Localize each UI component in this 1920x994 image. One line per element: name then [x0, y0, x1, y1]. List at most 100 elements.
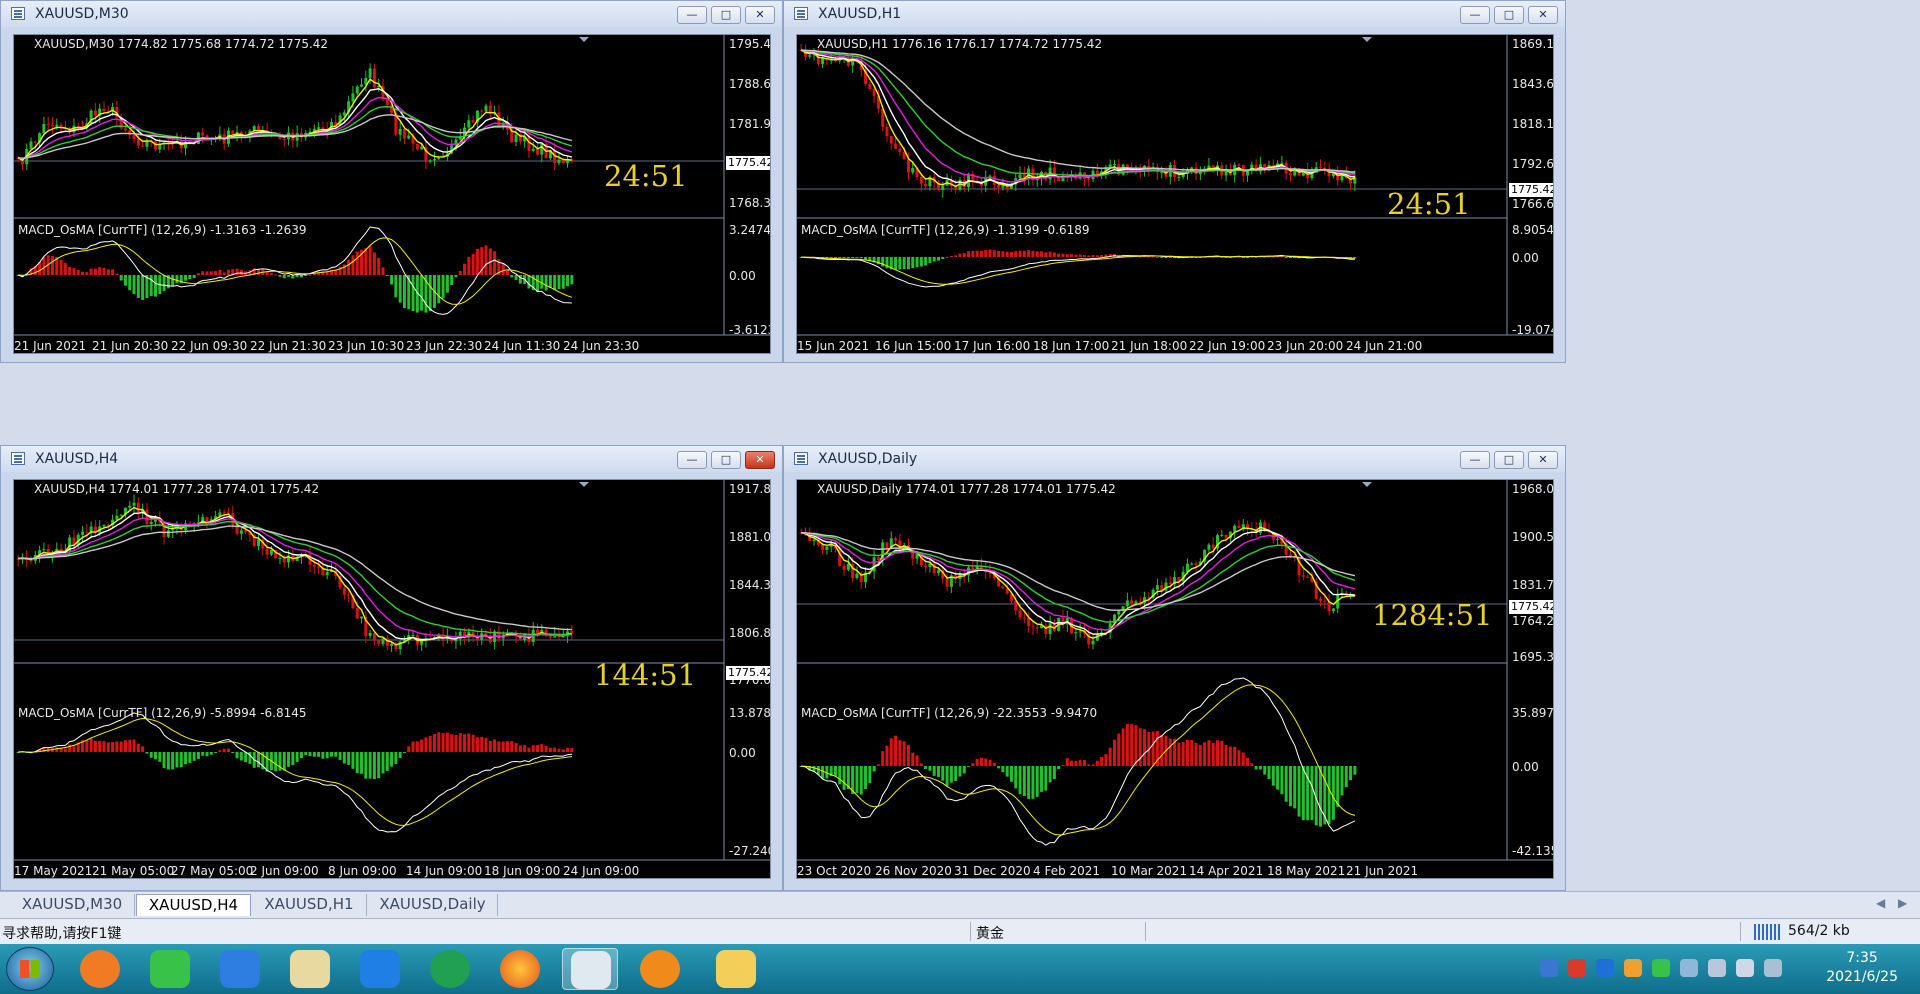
minimize-button[interactable]: —	[677, 451, 707, 469]
taskbar-app[interactable]	[212, 948, 268, 990]
minimize-button[interactable]: —	[677, 6, 707, 24]
chart-canvas	[797, 480, 1553, 861]
wechat-icon	[150, 950, 190, 988]
close-button[interactable]: ✕	[1528, 451, 1558, 469]
maximize-button[interactable]: □	[1494, 451, 1524, 469]
x-axis-label: 21 Jun 2021	[14, 339, 87, 353]
taskbar-app[interactable]	[352, 948, 408, 990]
price-info-label: XAUUSD,Daily 1774.01 1777.28 1774.01 177…	[817, 482, 1116, 496]
macd-label: MACD_OsMA [CurrTF] (12,26,9) -5.8994 -6.…	[18, 706, 307, 720]
x-axis-label: 17 Jun 16:00	[954, 339, 1031, 353]
x-axis-label: 18 Jun 17:00	[1033, 339, 1110, 353]
tab-xauusd-h4[interactable]: XAUUSD,H4	[136, 894, 251, 916]
taskbar: 7:35 2021/6/25	[0, 944, 1920, 994]
connection-bars-icon	[1754, 924, 1782, 940]
minimize-button[interactable]: —	[1460, 451, 1490, 469]
chart-window-m30[interactable]: XAUUSD,M30 — □ ✕ XAUUSD,M30 1774.82 1775…	[0, 0, 783, 363]
price-info-label: XAUUSD,H4 1774.01 1777.28 1774.01 1775.4…	[34, 482, 320, 496]
close-button[interactable]: ✕	[745, 6, 775, 24]
tray-wechat-icon[interactable]	[1652, 959, 1670, 977]
macd-y-label: 8.9054	[1512, 223, 1554, 237]
title-bar[interactable]: XAUUSD,Daily — □ ✕	[784, 446, 1565, 472]
app-orange-icon	[80, 950, 120, 988]
tray-volume-icon[interactable]	[1736, 959, 1754, 977]
chart-window-icon	[11, 7, 25, 20]
x-axis-label: 14 Apr 2021	[1189, 864, 1264, 878]
y-axis-label: 1795.40	[729, 37, 771, 51]
macd-y-label: -19.0746	[1512, 323, 1553, 337]
x-axis-label: 23 Jun 22:30	[406, 339, 483, 353]
help-hint: 寻求帮助,请按F1键	[2, 926, 122, 942]
macd-y-label: -42.1359	[1512, 844, 1553, 858]
x-axis-label: 22 Jun 21:30	[250, 339, 327, 353]
taskbar-app-active[interactable]	[562, 948, 618, 990]
price-chart[interactable]: XAUUSD,H4 1774.01 1777.28 1774.01 1775.4…	[13, 479, 771, 879]
price-chart[interactable]: XAUUSD,Daily 1774.01 1777.28 1774.01 177…	[796, 479, 1554, 879]
x-axis-label: 23 Oct 2020	[797, 864, 872, 878]
tray-flag-icon[interactable]	[1708, 959, 1726, 977]
tab-scroll-right-icon[interactable]: ▶	[1898, 896, 1907, 910]
chart-canvas	[14, 35, 770, 336]
price-chart[interactable]: XAUUSD,M30 1774.82 1775.68 1774.72 1775.…	[13, 34, 771, 354]
clock-date: 2021/6/25	[1826, 969, 1898, 985]
chart-window-icon	[11, 452, 25, 465]
chart-window-icon	[794, 7, 808, 20]
x-axis-label: 22 Jun 09:30	[171, 339, 248, 353]
minimize-button[interactable]: —	[1460, 6, 1490, 24]
taskbar-app[interactable]	[492, 948, 548, 990]
x-axis-label: 23 Jun 20:00	[1267, 339, 1344, 353]
chart-window-h4[interactable]: XAUUSD,H4 — □ ✕ XAUUSD,H4 1774.01 1777.2…	[0, 445, 783, 891]
cloud-app-icon	[360, 950, 400, 988]
candle-timer: 24:51	[1387, 187, 1471, 221]
y-axis-label: 1968.05	[1512, 482, 1554, 496]
taskbar-app[interactable]	[142, 948, 198, 990]
status-separator	[1740, 922, 1741, 941]
maximize-button[interactable]: □	[711, 451, 741, 469]
candle-timer: 144:51	[594, 658, 697, 692]
maximize-button[interactable]: □	[1494, 6, 1524, 24]
start-button[interactable]	[6, 947, 54, 991]
notes-icon	[220, 950, 260, 988]
tab-scroll-left-icon[interactable]: ◀	[1876, 896, 1885, 910]
trading-terminal-icon	[571, 951, 611, 989]
system-clock[interactable]: 7:35 2021/6/25	[1826, 949, 1898, 987]
title-bar[interactable]: XAUUSD,M30 — □ ✕	[1, 1, 782, 27]
x-axis-label: 21 May 05:00	[92, 864, 175, 878]
chart-window-h1[interactable]: XAUUSD,H1 — □ ✕ XAUUSD,H1 1776.16 1776.1…	[783, 0, 1566, 363]
taskbar-app[interactable]	[632, 948, 688, 990]
tray-signal-icon[interactable]	[1764, 959, 1782, 977]
tray-shield-icon[interactable]	[1540, 959, 1558, 977]
macd-y-label: 0.00	[729, 269, 756, 283]
title-bar[interactable]: XAUUSD,H4 — □ ✕	[1, 446, 782, 472]
x-axis-label: 15 Jun 2021	[797, 339, 870, 353]
x-axis-label: 23 Jun 10:30	[328, 339, 405, 353]
chart-window-icon	[794, 452, 808, 465]
green-app-icon	[430, 950, 470, 988]
status-separator	[970, 922, 971, 941]
price-chart[interactable]: XAUUSD,H1 1776.16 1776.17 1774.72 1775.4…	[796, 34, 1554, 354]
close-button[interactable]: ✕	[1528, 6, 1558, 24]
tray-security-icon[interactable]	[1596, 959, 1614, 977]
taskbar-app[interactable]	[72, 948, 128, 990]
x-axis-label: 14 Jun 09:00	[406, 864, 483, 878]
taskbar-app[interactable]	[708, 948, 764, 990]
macd-y-label: 13.8783	[729, 706, 771, 720]
taskbar-app[interactable]	[422, 948, 478, 990]
tray-wps-icon[interactable]	[1568, 959, 1586, 977]
tray-app-icon[interactable]	[1624, 959, 1642, 977]
title-bar[interactable]: XAUUSD,H1 — □ ✕	[784, 1, 1565, 27]
tab-xauusd-h1[interactable]: XAUUSD,H1	[252, 894, 367, 916]
x-axis-label: 21 Jun 18:00	[1111, 339, 1188, 353]
window-title: XAUUSD,Daily	[818, 451, 918, 467]
tab-xauusd-m30[interactable]: XAUUSD,M30	[10, 894, 135, 916]
taskbar-app[interactable]	[282, 948, 338, 990]
chart-window-daily[interactable]: XAUUSD,Daily — □ ✕ XAUUSD,Daily 1774.01 …	[783, 445, 1566, 891]
maximize-button[interactable]: □	[711, 6, 741, 24]
tab-xauusd-daily[interactable]: XAUUSD,Daily	[368, 894, 498, 916]
x-axis-label: 21 Jun 2021	[1346, 864, 1419, 878]
tray-network-icon[interactable]	[1680, 959, 1698, 977]
close-button[interactable]: ✕	[745, 451, 775, 469]
y-axis-label: 1844.30	[729, 578, 771, 592]
x-axis-label: 21 Jun 20:30	[92, 339, 169, 353]
y-axis-label: 1818.10	[1512, 117, 1554, 131]
